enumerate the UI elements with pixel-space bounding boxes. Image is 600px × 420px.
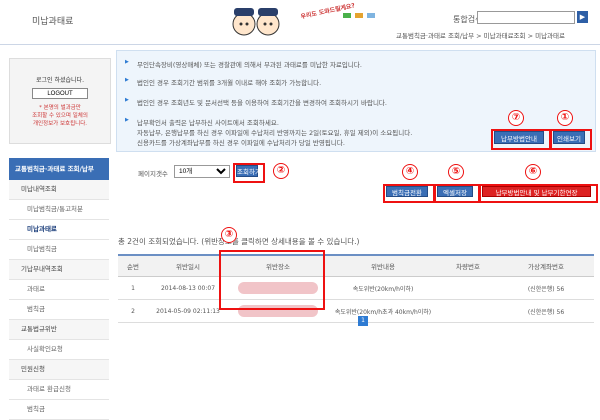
login-box: 로그인 하셨습니다. LOGOUT * 본명의 벌과금만 조회할 수 있으며 일… xyxy=(9,58,111,144)
table-cell xyxy=(438,276,498,300)
sidebar-item[interactable]: 미납내역조회 xyxy=(9,180,109,200)
sidebar-menu: 미납내역조회 미납범칙금/통고처분 미납과태료 미납범칙금 기납부내역조회 과태… xyxy=(9,180,109,420)
logout-button[interactable]: LOGOUT xyxy=(32,88,88,99)
sidebar-item[interactable]: 과태료 xyxy=(9,280,109,300)
annotation-3: ③ xyxy=(221,227,237,243)
sidebar-item[interactable]: 범칙금 xyxy=(9,400,109,420)
table-cell: 2014-05-09 02:11:13 xyxy=(148,299,228,323)
sidebar-item[interactable]: 민원신청 xyxy=(9,360,109,380)
perpage-label: 페이지갯수 xyxy=(138,170,168,178)
fine-table: 순번 위반일시 위반장소 위반내용 차량번호 가상계좌번호 1 2014-08-… xyxy=(118,254,594,323)
convert-fine-button[interactable]: 범칙금전환 xyxy=(386,186,428,197)
deadline-extension-button[interactable]: 납부방법안내 및 납부기한연장 xyxy=(482,186,591,197)
header-decoration xyxy=(343,12,377,20)
header: 미납과태료 우리도 도와드릴게요? 통합검색 ▶ 교통범칙금·과태료 조회/납부… xyxy=(0,0,600,45)
table-cell: 2 xyxy=(118,299,148,323)
login-message: 로그인 하셨습니다. xyxy=(36,77,84,84)
table-row: 1 2014-08-13 00:07 속도위반(20km/h이하) (신한은행)… xyxy=(118,276,594,300)
annotation-2: ② xyxy=(273,163,289,179)
sidebar-item[interactable]: 범칙금 xyxy=(9,300,109,320)
notice-item: 납부확인서 출력은 납부하신 사이트에서 조회하세요. xyxy=(125,117,279,127)
breadcrumb: 교통범칙금·과태료 조회/납부 > 미납과태료조회 > 미납과태료 xyxy=(396,32,565,40)
login-note-line: * 본명의 벌과금만 xyxy=(39,105,81,111)
result-text: 총 2건이 조회되었습니다. (위반장소를 클릭하면 상세내용을 볼 수 있습니… xyxy=(118,237,360,246)
search-button[interactable]: ▶ xyxy=(577,11,588,23)
print-list-button[interactable]: 인쇄보기 xyxy=(553,131,585,144)
car-icon xyxy=(355,13,364,18)
sidebar-item[interactable]: 기납부내역조회 xyxy=(9,260,109,280)
sidebar-item[interactable]: 미납범칙금 xyxy=(9,240,109,260)
notice-item: 법인인 경우 조회년도 및 문서선택 등을 이용하여 조회기간을 변경하여 조회… xyxy=(125,97,387,107)
highlight-box xyxy=(219,250,325,310)
annotation-4: ④ xyxy=(402,164,418,180)
sidebar-item[interactable]: 과태료 환급신청 xyxy=(9,380,109,400)
perpage-select[interactable]: 10개 xyxy=(174,165,230,178)
sidebar-item[interactable]: 교통법규위반 xyxy=(9,320,109,340)
tree-icon xyxy=(343,13,351,18)
notice-item: 무인단속장비(영상매체) 또는 경찰관에 의해서 부과된 과태료를 미납한 자료… xyxy=(125,59,362,69)
table-row: 2 2014-05-09 02:11:13 속도위반(20km/h초과 40km… xyxy=(118,299,594,323)
annotation-6: ⑥ xyxy=(525,164,541,180)
sidebar-item-active[interactable]: 미납과태료 xyxy=(9,220,109,240)
payment-guide-button[interactable]: 납부방법안내 xyxy=(494,131,544,144)
table-cell xyxy=(438,299,498,323)
sidebar-item[interactable]: 사실확인요청 xyxy=(9,340,109,360)
car-icon xyxy=(367,13,376,18)
annotation-5: ⑤ xyxy=(448,164,464,180)
table-cell: (신한은행) 56 xyxy=(498,299,594,323)
table-cell: 2014-08-13 00:07 xyxy=(148,276,228,300)
column-header: 위반일시 xyxy=(148,255,228,277)
search-input[interactable] xyxy=(477,11,575,24)
annotation-7: ⑦ xyxy=(508,110,524,126)
login-note-line: 개인정보가 보호됩니다. xyxy=(32,121,88,127)
table-cell: 속도위반(20km/h이하) xyxy=(328,276,438,300)
page-number[interactable]: 1 xyxy=(358,316,368,326)
table-cell: 1 xyxy=(118,276,148,300)
police-mascot-icon xyxy=(232,8,280,36)
column-header: 위반내용 xyxy=(328,255,438,277)
table-cell: 속도위반(20km/h초과 40km/h이하) xyxy=(328,299,438,323)
search-list-button[interactable]: 조회하기 xyxy=(236,165,261,177)
column-header: 차량번호 xyxy=(438,255,498,277)
notice-item: 법인인 경우 조회기간 범위를 3개월 이내로 해야 조회가 가능합니다. xyxy=(125,77,321,87)
annotation-1: ① xyxy=(557,110,573,126)
table-header-row: 순번 위반일시 위반장소 위반내용 차량번호 가상계좌번호 xyxy=(118,255,594,277)
notice-sub-line: 신용카드를 가상계좌납부를 하신 경우 이파일에 수납처리가 당일 반영됩니다. xyxy=(137,139,345,147)
login-note: * 본명의 벌과금만 조회할 수 있으며 일체의 개인정보가 보호됩니다. xyxy=(10,104,110,128)
sidebar-heading[interactable]: 교통범칙금·과태료 조회/납부 xyxy=(9,158,109,180)
sidebar-item[interactable]: 미납범칙금/통고처분 xyxy=(9,200,109,220)
save-excel-button[interactable]: 엑셀저장 xyxy=(437,186,473,197)
page-title: 미납과태료 xyxy=(32,17,74,27)
login-note-line: 조회할 수 있으며 일체의 xyxy=(32,113,88,119)
notice-sub-line: 자동납부, 은행납부를 하신 경우 이파일에 수납처리 반영까지는 2일(토요일… xyxy=(137,129,413,137)
column-header: 순번 xyxy=(118,255,148,277)
column-header: 가상계좌번호 xyxy=(498,255,594,277)
table-cell: (신한은행) 56 xyxy=(498,276,594,300)
